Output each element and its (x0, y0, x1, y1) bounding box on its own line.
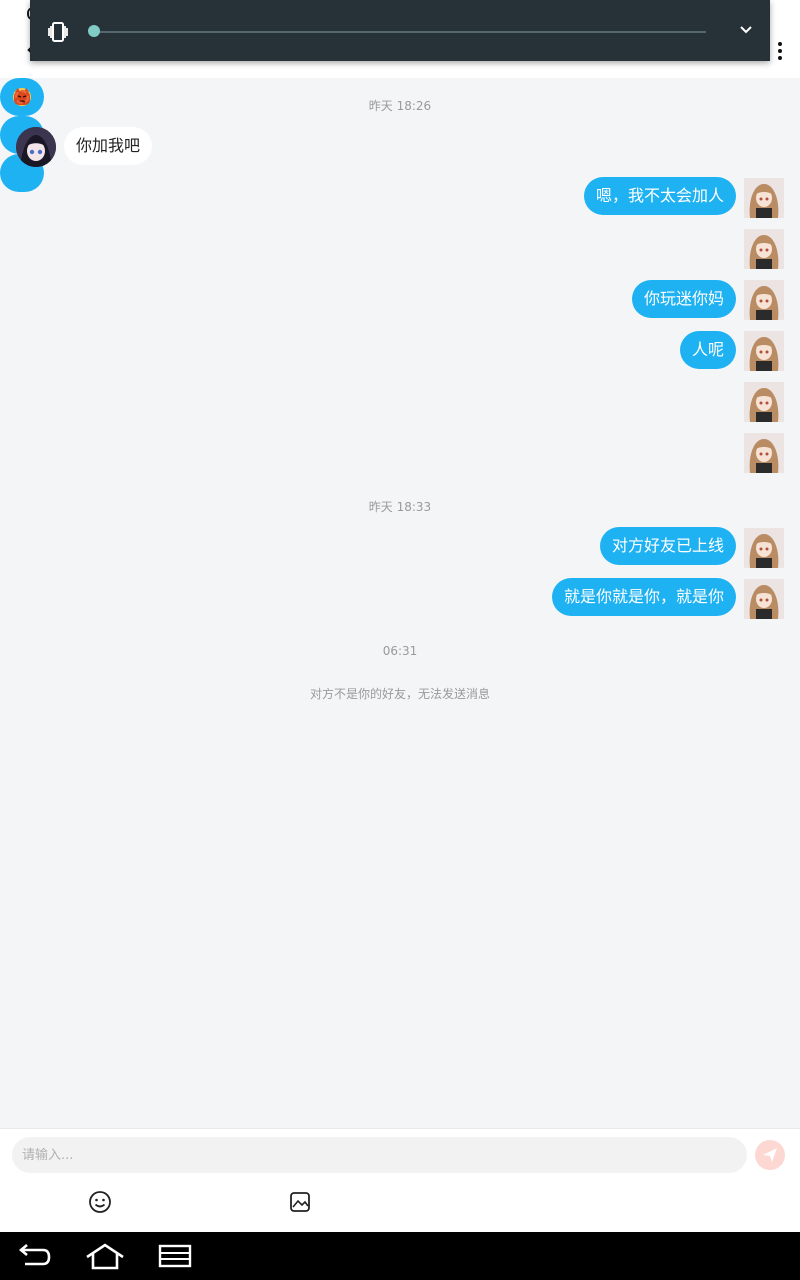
chevron-down-icon[interactable] (738, 22, 754, 38)
volume-slider-track[interactable] (94, 31, 706, 33)
send-icon (763, 1148, 777, 1162)
volume-panel (30, 0, 770, 61)
message-bubble[interactable]: 你加我吧 (64, 127, 153, 165)
input-bar (0, 1128, 800, 1232)
my-avatar[interactable] (744, 280, 784, 320)
volume-slider-thumb[interactable] (88, 25, 100, 37)
my-avatar[interactable] (744, 331, 784, 371)
system-notice: 对方不是你的好友，无法发送消息 (309, 687, 490, 701)
my-avatar[interactable] (744, 229, 784, 269)
message-bubble[interactable]: 人呢 (679, 331, 736, 369)
timestamp: 06:31 (382, 644, 418, 658)
my-avatar[interactable] (744, 178, 784, 218)
my-avatar[interactable] (744, 528, 784, 568)
my-avatar[interactable] (744, 579, 784, 619)
chat-area: 昨天 18:26 你加我吧 嗯，我不太会加人 你玩迷你妈 人呢 昨天 18:33… (0, 78, 800, 1128)
recent-apps-icon[interactable] (155, 1242, 195, 1270)
my-avatar[interactable] (744, 433, 784, 473)
image-picker-icon[interactable] (288, 1190, 312, 1214)
message-bubble[interactable]: 对方好友已上线 (599, 527, 736, 565)
emoji-picker-icon[interactable] (88, 1190, 112, 1214)
my-avatar[interactable] (744, 382, 784, 422)
message-bubble[interactable]: 你玩迷你妈 (631, 280, 736, 318)
spinner-icon (14, 89, 30, 105)
message-bubble[interactable]: 嗯，我不太会加人 (583, 177, 736, 215)
message-input[interactable] (12, 1137, 747, 1173)
timestamp: 昨天 18:26 (368, 99, 432, 113)
send-button[interactable] (755, 1140, 785, 1170)
vibrate-icon[interactable] (46, 20, 70, 44)
contact-avatar[interactable] (16, 127, 56, 167)
back-icon[interactable] (15, 1242, 55, 1270)
timestamp: 昨天 18:33 (368, 500, 432, 514)
system-nav-bar (0, 1232, 800, 1280)
message-bubble[interactable]: 就是你就是你，就是你 (551, 578, 736, 616)
home-icon[interactable] (85, 1242, 125, 1270)
more-options-icon[interactable] (776, 42, 784, 66)
